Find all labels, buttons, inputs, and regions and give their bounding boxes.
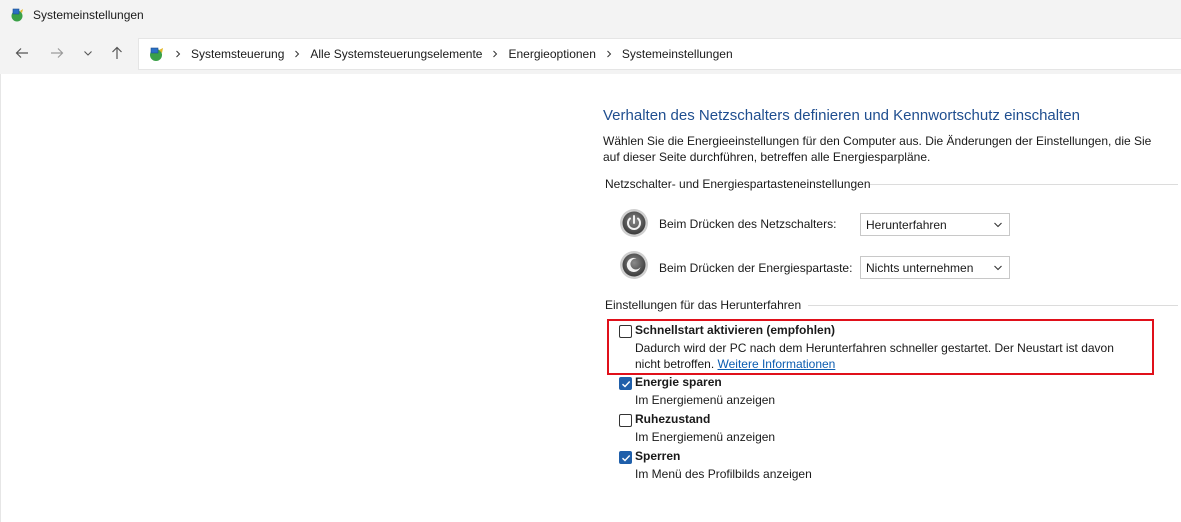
back-button[interactable] xyxy=(11,42,33,64)
address-bar[interactable]: Systemsteuerung Alle Systemsteuerungsele… xyxy=(138,38,1181,70)
more-info-link[interactable]: Weitere Informationen xyxy=(718,357,836,371)
navigation-bar: Systemsteuerung Alle Systemsteuerungsele… xyxy=(0,30,1181,74)
fast-startup-description-text: Dadurch wird der PC nach dem Herunterfah… xyxy=(635,341,1114,371)
up-button[interactable] xyxy=(106,42,128,64)
page-title: Verhalten des Netzschalters definieren u… xyxy=(603,107,1080,124)
power-button-icon xyxy=(620,209,648,237)
sleep-menu-checkbox[interactable] xyxy=(619,377,632,390)
sleep-button-label: Beim Drücken der Energiespartaste: xyxy=(659,261,853,275)
breadcrumb-item-systemeinstellungen[interactable]: Systemeinstellungen xyxy=(622,47,733,61)
title-bar: Systemeinstellungen xyxy=(0,0,1181,30)
arrow-right-icon xyxy=(51,48,64,58)
lock-title: Sperren xyxy=(635,449,681,463)
fast-startup-description: Dadurch wird der PC nach dem Herunterfah… xyxy=(635,340,1140,372)
breadcrumb: Systemsteuerung Alle Systemsteuerungsele… xyxy=(165,47,733,61)
chevron-right-icon xyxy=(604,49,614,59)
chevron-down-icon xyxy=(84,51,92,56)
section-heading-shutdown-label: Einstellungen für das Herunterfahren xyxy=(605,298,802,312)
arrow-left-icon xyxy=(15,48,28,58)
section-heading-buttons-label: Netzschalter- und Energiespartasteneinst… xyxy=(605,177,871,191)
breadcrumb-item-systemsteuerung[interactable]: Systemsteuerung xyxy=(191,47,284,61)
hibernate-checkbox[interactable] xyxy=(619,414,632,427)
chevron-right-icon xyxy=(173,49,183,59)
chevron-down-icon xyxy=(994,265,1002,271)
section-heading-shutdown: Einstellungen für das Herunterfahren xyxy=(605,298,1178,312)
divider xyxy=(870,184,1178,185)
sleep-menu-title: Energie sparen xyxy=(635,375,722,389)
chevron-right-icon xyxy=(292,49,302,59)
hibernate-title: Ruhezustand xyxy=(635,412,711,426)
chevron-down-icon xyxy=(994,222,1002,228)
left-pane-divider xyxy=(0,74,1,522)
fast-startup-title: Schnellstart aktivieren (empfohlen) xyxy=(635,323,836,337)
hibernate-description: Im Energiemenü anzeigen xyxy=(635,430,776,444)
control-panel-icon xyxy=(150,47,163,61)
power-options-app-icon xyxy=(11,8,23,22)
divider xyxy=(808,305,1178,306)
window-title: Systemeinstellungen xyxy=(33,8,144,22)
fast-startup-checkbox[interactable] xyxy=(619,325,632,338)
power-button-label: Beim Drücken des Netzschalters: xyxy=(659,217,837,231)
lock-description: Im Menü des Profilbilds anzeigen xyxy=(635,467,812,481)
checkmark-icon xyxy=(622,455,631,462)
chevron-right-icon xyxy=(490,49,500,59)
sleep-button-icon xyxy=(620,251,648,279)
sleep-button-action-select[interactable]: Nichts unternehmen xyxy=(860,256,1010,279)
sleep-button-action-value: Nichts unternehmen xyxy=(866,260,974,275)
page-description: Wählen Sie die Energieeinstellungen für … xyxy=(603,134,1152,164)
breadcrumb-item-energieoptionen[interactable]: Energieoptionen xyxy=(508,47,595,61)
lock-checkbox[interactable] xyxy=(619,451,632,464)
forward-button[interactable] xyxy=(46,42,68,64)
section-heading-buttons: Netzschalter- und Energiespartasteneinst… xyxy=(605,177,1178,191)
power-button-action-value: Herunterfahren xyxy=(866,217,947,232)
sleep-menu-description: Im Energiemenü anzeigen xyxy=(635,393,776,407)
breadcrumb-item-alle-elemente[interactable]: Alle Systemsteuerungselemente xyxy=(310,47,482,61)
recent-locations-button[interactable] xyxy=(77,42,99,64)
checkmark-icon xyxy=(622,381,631,388)
power-button-action-select[interactable]: Herunterfahren xyxy=(860,213,1010,236)
arrow-up-icon xyxy=(112,46,122,59)
